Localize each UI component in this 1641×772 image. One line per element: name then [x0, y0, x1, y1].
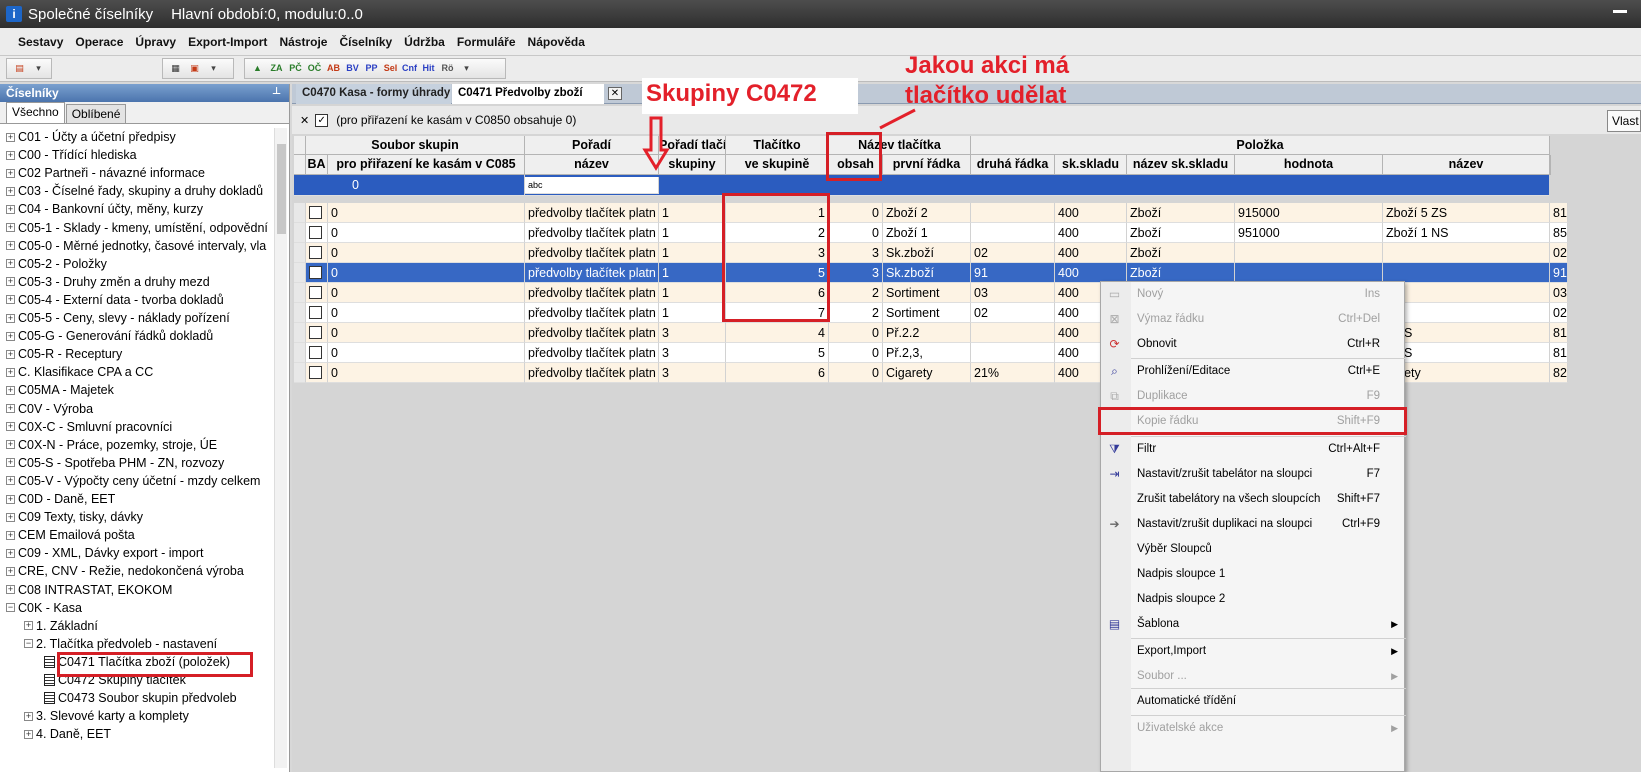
annotation-arrow-down: [642, 116, 670, 171]
annotation-box-kopie: [1098, 407, 1407, 435]
annotation-box-poradi: [722, 193, 830, 322]
annotation-box-tlacitko: [826, 132, 882, 181]
annotation-arrow-line: [879, 108, 916, 130]
annotation-box-c0471: [57, 652, 253, 677]
app-window: i Společné číselníky Hlavní období:0, mo…: [0, 0, 1641, 772]
